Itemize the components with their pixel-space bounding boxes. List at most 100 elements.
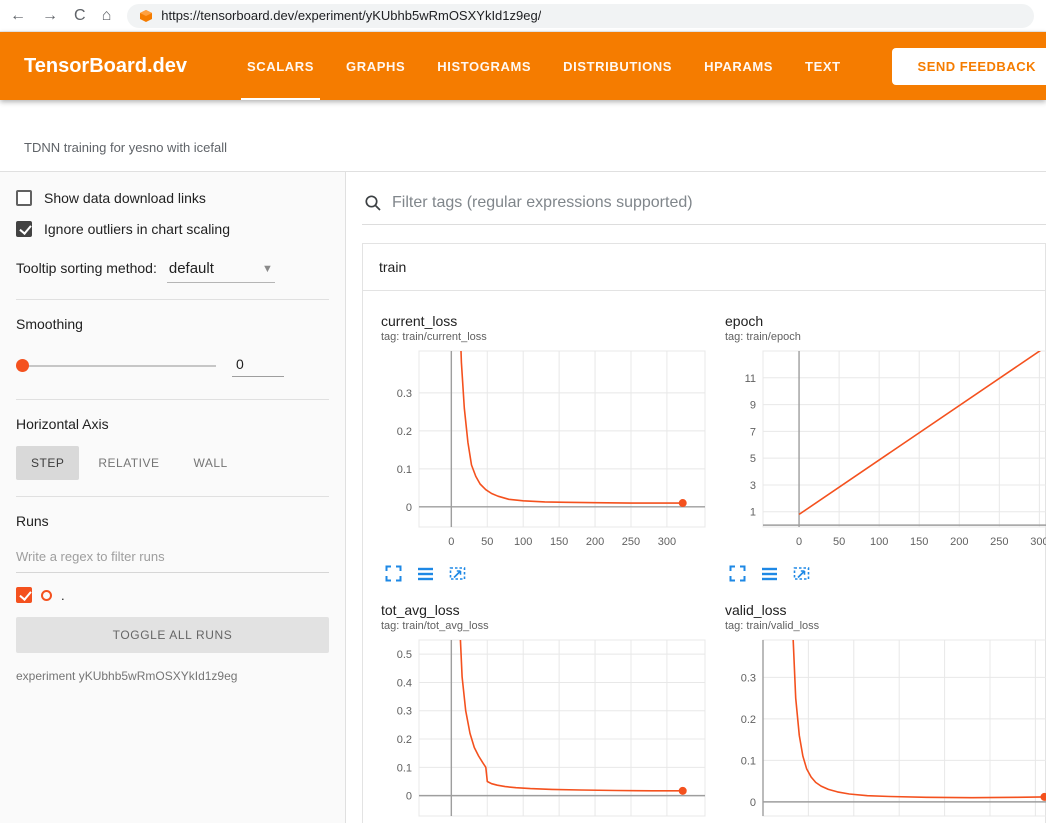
send-feedback-button[interactable]: SEND FEEDBACK xyxy=(892,48,1046,85)
charts-grid: current_losstag: train/current_loss00.10… xyxy=(363,291,1045,823)
axis-button-step[interactable]: STEP xyxy=(16,446,79,480)
svg-text:9: 9 xyxy=(750,400,756,412)
forward-icon[interactable]: → xyxy=(42,8,58,24)
smoothing-label: Smoothing xyxy=(16,316,329,332)
app-window: ← → C ⌂ https://tensorboard.dev/experime… xyxy=(0,0,1046,825)
svg-text:200: 200 xyxy=(950,536,968,548)
app-header: TensorBoard.dev SCALARSGRAPHSHISTOGRAMSD… xyxy=(0,32,1046,100)
expand-icon[interactable] xyxy=(385,565,402,582)
run-checkbox[interactable] xyxy=(16,587,32,603)
tag-filter-row xyxy=(362,186,1046,225)
svg-text:0.2: 0.2 xyxy=(397,426,412,438)
show-download-checkbox[interactable] xyxy=(16,190,32,206)
chart-card-valid_loss: valid_losstag: train/valid_loss00.10.20.… xyxy=(719,590,1046,823)
axis-button-relative[interactable]: RELATIVE xyxy=(83,446,174,480)
chart-plot[interactable]: 00.10.20.3050100150200250300 xyxy=(375,347,709,553)
run-color-swatch xyxy=(41,590,52,601)
svg-text:3: 3 xyxy=(750,480,756,492)
browser-toolbar: ← → C ⌂ https://tensorboard.dev/experime… xyxy=(0,0,1046,32)
svg-text:250: 250 xyxy=(990,536,1008,548)
ignore-outliers-checkbox[interactable] xyxy=(16,221,32,237)
site-favicon xyxy=(139,9,153,23)
svg-text:150: 150 xyxy=(910,536,928,548)
content: Show data download links Ignore outliers… xyxy=(0,172,1046,823)
chart-tag: tag: train/epoch xyxy=(725,331,1046,343)
svg-text:0.1: 0.1 xyxy=(397,464,412,476)
chart-plot[interactable]: 00.10.20.350100150200250300 xyxy=(719,636,1046,823)
run-name: . xyxy=(61,588,65,603)
tag-group-header[interactable]: train xyxy=(363,244,1045,291)
svg-text:100: 100 xyxy=(514,536,532,548)
runs-list: . xyxy=(16,587,329,603)
svg-text:7: 7 xyxy=(750,426,756,438)
chart-card-epoch: epochtag: train/epoch1357911050100150200… xyxy=(719,301,1046,584)
horizontal-axis-section: Horizontal Axis STEPRELATIVEWALL xyxy=(16,416,329,497)
tag-filter-input[interactable] xyxy=(392,194,1046,212)
chart-tag: tag: train/current_loss xyxy=(381,331,713,343)
url-text: https://tensorboard.dev/experiment/yKUbh… xyxy=(161,8,541,23)
svg-text:11: 11 xyxy=(745,373,756,385)
data-lines-icon[interactable] xyxy=(417,565,434,582)
expand-icon[interactable] xyxy=(729,565,746,582)
back-icon[interactable]: ← xyxy=(10,8,26,24)
tab-distributions[interactable]: DISTRIBUTIONS xyxy=(547,32,688,100)
ignore-outliers-row[interactable]: Ignore outliers in chart scaling xyxy=(16,221,329,237)
tab-histograms[interactable]: HISTOGRAMS xyxy=(421,32,547,100)
chart-card-tot_avg_loss: tot_avg_losstag: train/tot_avg_loss00.10… xyxy=(375,590,713,823)
experiment-title: TDNN training for yesno with icefall xyxy=(24,140,1022,155)
svg-text:0.4: 0.4 xyxy=(397,677,412,689)
runs-label: Runs xyxy=(16,513,329,529)
svg-text:0: 0 xyxy=(448,536,454,548)
svg-text:0.5: 0.5 xyxy=(397,649,412,661)
show-download-row[interactable]: Show data download links xyxy=(16,190,329,206)
svg-text:0.1: 0.1 xyxy=(397,762,412,774)
svg-text:300: 300 xyxy=(658,536,676,548)
axis-button-wall[interactable]: WALL xyxy=(178,446,242,480)
home-icon[interactable]: ⌂ xyxy=(102,8,112,24)
tab-hparams[interactable]: HPARAMS xyxy=(688,32,789,100)
tag-group-card: train current_losstag: train/current_los… xyxy=(362,243,1046,823)
chevron-down-icon: ▼ xyxy=(262,263,273,275)
smoothing-slider[interactable] xyxy=(18,365,216,367)
chart-title: epoch xyxy=(725,313,1046,329)
smoothing-slider-row: 0 xyxy=(18,354,329,377)
chart-title: tot_avg_loss xyxy=(381,602,713,618)
smoothing-slider-thumb[interactable] xyxy=(16,359,29,372)
ignore-outliers-label: Ignore outliers in chart scaling xyxy=(44,221,230,237)
svg-text:50: 50 xyxy=(481,536,493,548)
fit-domain-icon[interactable] xyxy=(449,565,466,582)
svg-text:0: 0 xyxy=(750,797,756,809)
chart-plot[interactable]: 00.10.20.30.40.5050100150200250300 xyxy=(375,636,709,823)
tab-graphs[interactable]: GRAPHS xyxy=(330,32,421,100)
tab-text[interactable]: TEXT xyxy=(789,32,857,100)
smoothing-value[interactable]: 0 xyxy=(232,354,284,377)
nav-tabs: SCALARSGRAPHSHISTOGRAMSDISTRIBUTIONSHPAR… xyxy=(231,32,892,100)
reload-icon[interactable]: C xyxy=(74,8,86,24)
horizontal-axis-buttons: STEPRELATIVEWALL xyxy=(16,446,329,480)
data-lines-icon[interactable] xyxy=(761,565,778,582)
chart-plot[interactable]: 1357911050100150200250300 xyxy=(719,347,1046,553)
svg-text:5: 5 xyxy=(750,453,756,465)
tooltip-sorting-value: default xyxy=(169,260,214,277)
show-download-label: Show data download links xyxy=(44,190,206,206)
experiment-note: experiment yKUbhb5wRmOSXYkId1z9eg xyxy=(16,669,329,683)
chart-card-current_loss: current_losstag: train/current_loss00.10… xyxy=(375,301,713,584)
tooltip-sorting-label: Tooltip sorting method: xyxy=(16,260,157,276)
scalars-main: train current_losstag: train/current_los… xyxy=(346,172,1046,823)
fit-domain-icon[interactable] xyxy=(793,565,810,582)
experiment-title-bar: TDNN training for yesno with icefall xyxy=(0,100,1046,172)
tab-scalars[interactable]: SCALARS xyxy=(231,32,330,100)
toggle-all-runs-button[interactable]: TOGGLE ALL RUNS xyxy=(16,617,329,653)
address-bar[interactable]: https://tensorboard.dev/experiment/yKUbh… xyxy=(127,4,1034,28)
runs-filter-input[interactable] xyxy=(16,543,329,573)
tooltip-sorting-row: Tooltip sorting method: default ▼ xyxy=(16,257,329,283)
chart-toolbar xyxy=(719,558,1046,584)
app-logo: TensorBoard.dev xyxy=(24,55,187,78)
svg-text:200: 200 xyxy=(586,536,604,548)
run-row[interactable]: . xyxy=(16,587,329,603)
tooltip-sorting-select[interactable]: default ▼ xyxy=(167,257,275,283)
general-settings-section: Show data download links Ignore outliers… xyxy=(16,190,329,300)
svg-text:0.2: 0.2 xyxy=(741,714,756,726)
svg-text:150: 150 xyxy=(550,536,568,548)
runs-section: Runs . TOGGLE ALL RUNS experiment yKUbhb… xyxy=(16,513,329,699)
